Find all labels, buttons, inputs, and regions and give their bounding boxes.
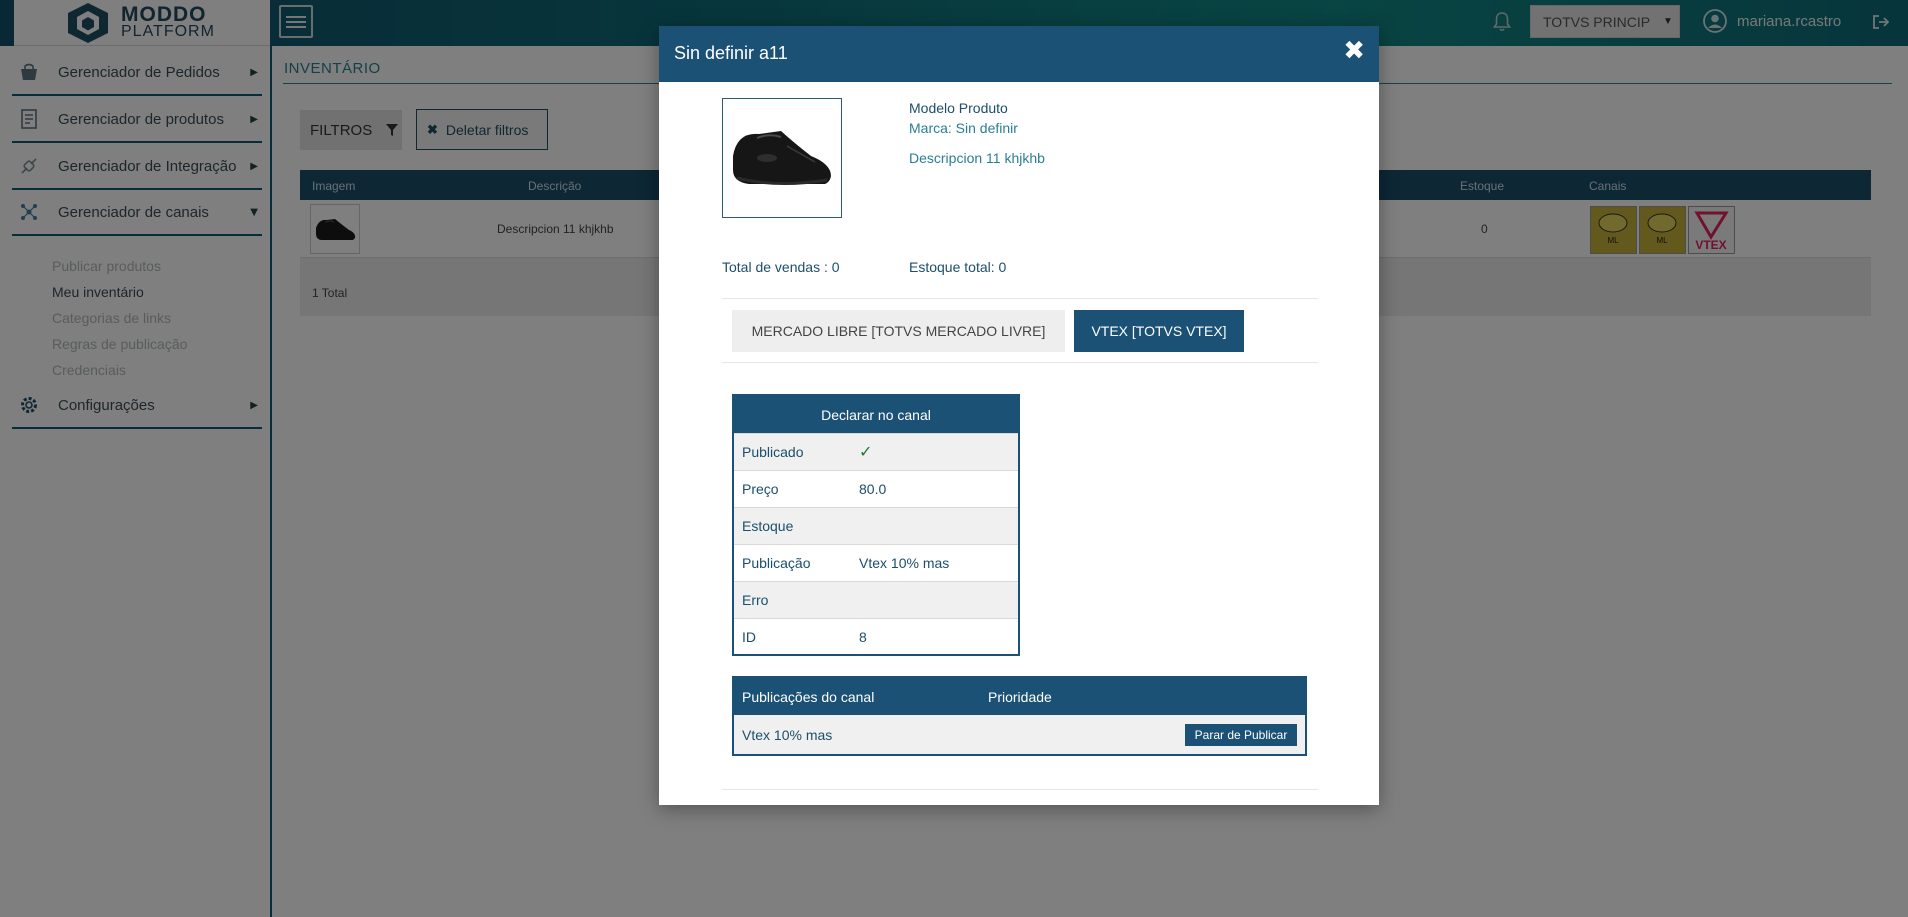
product-modal: Sin definir a11 ✖ Modelo Produto Marca: …	[659, 26, 1379, 805]
declare-row-id: ID 8	[734, 618, 1018, 655]
declare-channel-title: Declarar no canal	[734, 396, 1018, 433]
declare-row-stock: Estoque	[734, 507, 1018, 544]
declare-value: 8	[859, 629, 867, 645]
declare-key: Preço	[742, 481, 779, 497]
declare-row-error: Erro	[734, 581, 1018, 618]
table-row: Vtex 10% mas Parar de Publicar	[734, 715, 1305, 754]
declare-key: Estoque	[742, 518, 794, 534]
close-icon[interactable]: ✖	[1343, 36, 1365, 66]
declare-key: Erro	[742, 592, 769, 608]
product-description: Descripcion 11 khjkhb	[909, 150, 1045, 166]
product-model: Modelo Produto	[909, 100, 1008, 116]
declare-row-publication: Publicação Vtex 10% mas	[734, 544, 1018, 581]
total-sales: Total de vendas : 0	[722, 259, 840, 275]
declare-row-published: Publicado ✓	[734, 433, 1018, 470]
total-stock: Estoque total: 0	[909, 259, 1007, 275]
publications-header: Publicações do canal Prioridade	[734, 678, 1305, 715]
declare-key: Publicação	[742, 555, 811, 571]
declare-channel-table: Declarar no canal Publicado ✓ Preço 80.0…	[732, 394, 1020, 656]
product-brand: Marca: Sin definir	[909, 120, 1018, 136]
column-header-publications: Publicações do canal	[742, 689, 875, 705]
tab-mercado-libre[interactable]: MERCADO LIBRE [TOTVS MERCADO LIVRE]	[732, 310, 1065, 352]
publication-name: Vtex 10% mas	[742, 727, 833, 743]
channel-publications-table: Publicações do canal Prioridade Vtex 10%…	[732, 676, 1307, 756]
declare-value: 80.0	[859, 481, 887, 497]
stop-publishing-button[interactable]: Parar de Publicar	[1185, 724, 1297, 746]
declare-key: ID	[742, 629, 756, 645]
check-icon: ✓	[859, 444, 873, 461]
divider	[722, 298, 1318, 299]
column-header-priority: Prioridade	[988, 689, 1052, 705]
modal-header: Sin definir a11 ✖	[659, 26, 1379, 82]
modal-title: Sin definir a11	[674, 43, 788, 63]
divider	[722, 789, 1318, 790]
declare-key: Publicado	[742, 444, 804, 460]
divider	[722, 362, 1318, 363]
declare-row-price: Preço 80.0	[734, 470, 1018, 507]
tab-vtex[interactable]: VTEX [TOTVS VTEX]	[1074, 310, 1244, 352]
product-image	[722, 98, 842, 218]
declare-value: Vtex 10% mas	[859, 555, 950, 571]
